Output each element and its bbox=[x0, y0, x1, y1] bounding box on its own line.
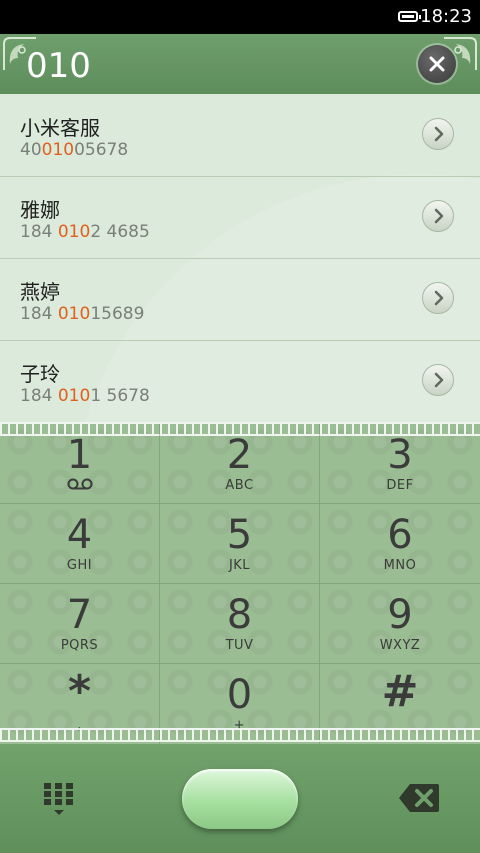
key-4[interactable]: 4 GHI bbox=[0, 504, 160, 584]
dialpad-icon[interactable] bbox=[44, 783, 74, 817]
key-3[interactable]: 3 DEF bbox=[320, 424, 480, 504]
dial-keypad: 1 2 ABC 3 DEF 4 GHI 5 JKL 6 MNO 7 PQRS 8… bbox=[0, 422, 480, 744]
contact-number: 184 01015689 bbox=[20, 304, 145, 324]
chevron-right-icon bbox=[434, 208, 444, 224]
contact-suggestions: 小米客服 4001005678 雅娜 184 0102 4685 燕婷 184 … bbox=[0, 94, 480, 422]
contact-detail-button[interactable] bbox=[422, 118, 454, 150]
voicemail-icon bbox=[67, 478, 93, 490]
key-8[interactable]: 8 TUV bbox=[160, 584, 320, 664]
key-6[interactable]: 6 MNO bbox=[320, 504, 480, 584]
key-5[interactable]: 5 JKL bbox=[160, 504, 320, 584]
backspace-icon[interactable] bbox=[398, 783, 440, 813]
contact-detail-button[interactable] bbox=[422, 200, 454, 232]
close-icon bbox=[429, 56, 445, 72]
contact-name: 燕婷 bbox=[20, 280, 60, 304]
chevron-right-icon bbox=[434, 372, 444, 388]
call-button[interactable] bbox=[182, 769, 298, 829]
key-9[interactable]: 9 WXYZ bbox=[320, 584, 480, 664]
chevron-right-icon bbox=[434, 126, 444, 142]
contact-detail-button[interactable] bbox=[422, 364, 454, 396]
contact-row[interactable]: 子玲 184 0101 5678 bbox=[0, 340, 480, 422]
contact-name: 小米客服 bbox=[20, 116, 100, 140]
key-7[interactable]: 7 PQRS bbox=[0, 584, 160, 664]
status-bar: 18:23 bbox=[0, 0, 480, 34]
contact-row[interactable]: 雅娜 184 0102 4685 bbox=[0, 176, 480, 259]
contact-name: 雅娜 bbox=[20, 198, 60, 222]
status-time: 18:23 bbox=[420, 6, 472, 27]
key-1[interactable]: 1 bbox=[0, 424, 160, 504]
contact-name: 子玲 bbox=[20, 362, 60, 386]
chevron-right-icon bbox=[434, 290, 444, 306]
contact-number: 184 0102 4685 bbox=[20, 222, 150, 242]
key-2[interactable]: 2 ABC bbox=[160, 424, 320, 504]
keypad-border-bottom bbox=[0, 728, 480, 742]
clear-number-button[interactable] bbox=[418, 45, 456, 83]
bottom-action-bar bbox=[0, 744, 480, 853]
contact-number: 184 0101 5678 bbox=[20, 386, 150, 406]
dialed-number: 010 bbox=[26, 46, 91, 86]
contact-row[interactable]: 燕婷 184 01015689 bbox=[0, 258, 480, 341]
battery-icon bbox=[398, 11, 421, 22]
contact-row[interactable]: 小米客服 4001005678 bbox=[0, 94, 480, 177]
contact-detail-button[interactable] bbox=[422, 282, 454, 314]
contact-number: 4001005678 bbox=[20, 140, 129, 160]
dialer-header: 010 bbox=[0, 34, 480, 94]
